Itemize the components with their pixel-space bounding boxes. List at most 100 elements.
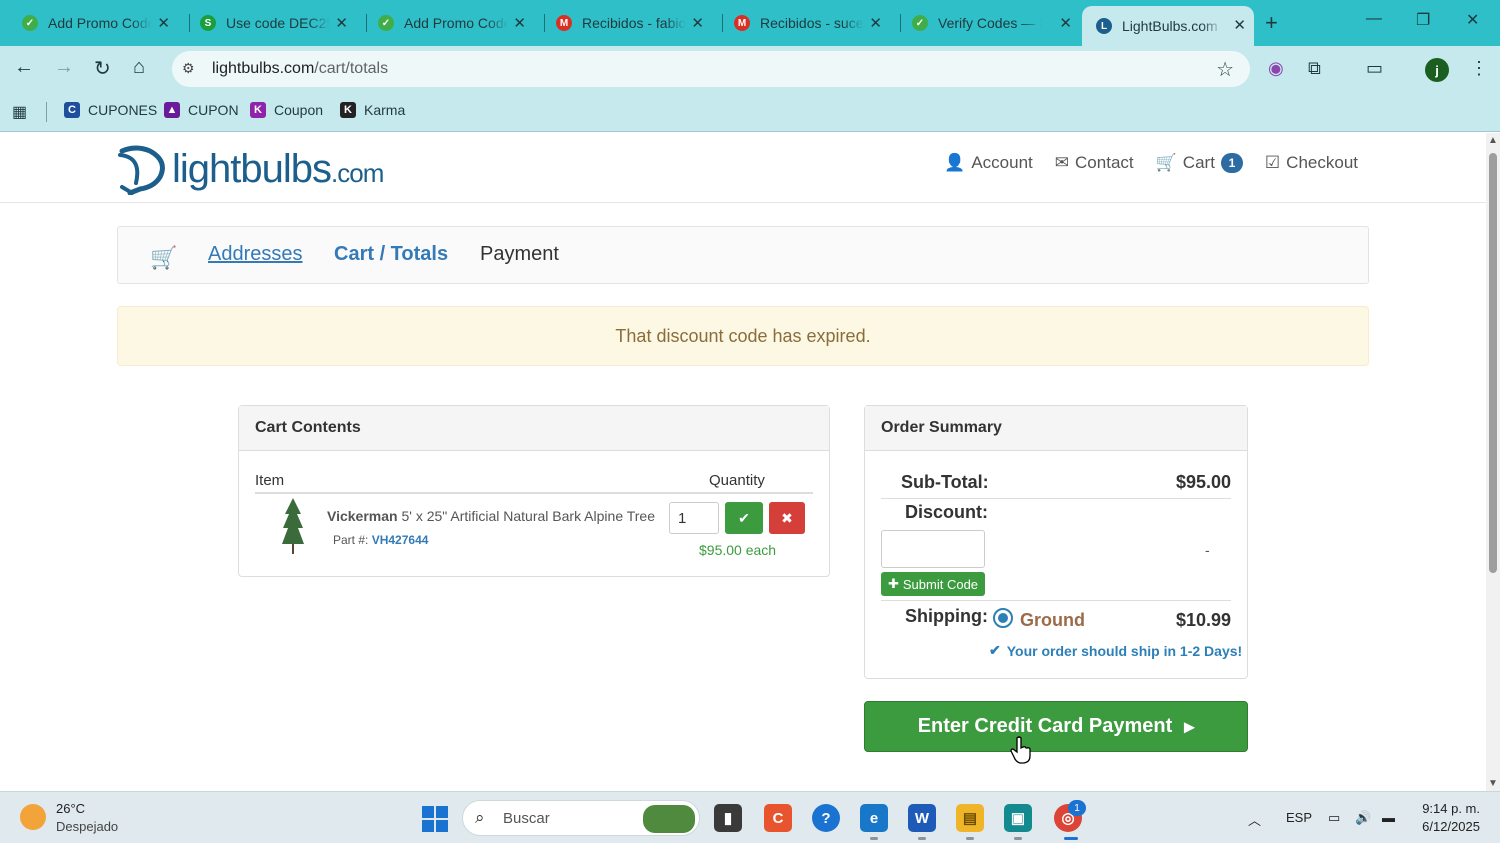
app-orange-icon[interactable]: C <box>764 804 792 832</box>
url-host: lightbulbs.com <box>212 60 315 77</box>
weather-temp[interactable]: 26°C <box>56 801 85 816</box>
forward-icon[interactable]: → <box>54 56 74 79</box>
submit-code-button[interactable]: ✚ Submit Code <box>881 572 985 596</box>
bookmark-star-icon[interactable]: ☆ <box>1216 57 1234 82</box>
restore-icon[interactable]: ❐ <box>1416 10 1430 30</box>
coupon-k-icon: K <box>250 102 266 118</box>
checkout-steps: 🛒 Addresses Cart / Totals Payment <box>117 226 1369 284</box>
shipping-label: Shipping: <box>905 606 988 626</box>
bookmark-karma[interactable]: K Karma <box>340 102 405 118</box>
step-addresses[interactable]: Addresses <box>208 243 303 266</box>
windows-taskbar: 26°C Despejado ⌕ Buscar ▮ C ? e W ▤ ▣ ◎ … <box>0 791 1500 843</box>
word-icon[interactable]: W <box>908 804 936 832</box>
tab-use-code[interactable]: S Use code DEC25 ✕ <box>178 6 356 40</box>
remote-desktop-icon[interactable]: ▣ <box>1004 804 1032 832</box>
running-indicator <box>870 837 878 840</box>
weather-desc[interactable]: Despejado <box>56 819 118 834</box>
tab-add-promo-code-1[interactable]: ✓ Add Promo Code ✕ <box>0 6 178 40</box>
tab-add-promo-code-2[interactable]: ✓ Add Promo Code ✕ <box>356 6 534 40</box>
product-name[interactable]: Vickerman 5' x 25" Artificial Natural Ba… <box>327 508 655 524</box>
shipping-radio-ground[interactable] <box>993 608 1013 628</box>
envelope-icon: ✉ <box>1054 153 1070 172</box>
tab-lightbulbs-active[interactable]: L LightBulbs.com S ✕ <box>1082 6 1254 46</box>
tab-verify-codes[interactable]: ✓ Verify Codes — S ✕ <box>890 6 1080 40</box>
chrome-notification-badge: 1 <box>1068 800 1086 816</box>
tab-gmail-suces[interactable]: M Recibidos - suces ✕ <box>712 6 890 40</box>
system-clock[interactable]: 9:14 p. m. 6/12/2025 <box>1418 801 1480 834</box>
shipping-method[interactable]: Ground <box>1020 610 1085 631</box>
home-icon[interactable]: ⌂ <box>133 56 145 79</box>
bookmark-coupon[interactable]: K Coupon <box>250 102 323 118</box>
window-close-icon[interactable]: ✕ <box>1466 10 1479 30</box>
close-icon[interactable]: ✕ <box>869 14 882 32</box>
language-indicator[interactable]: ESP <box>1286 810 1312 825</box>
scroll-down-icon[interactable]: ▼ <box>1488 778 1498 789</box>
enter-credit-card-payment-button[interactable]: Enter Credit Card Payment ▸ <box>864 701 1248 752</box>
scroll-up-icon[interactable]: ▲ <box>1488 135 1498 146</box>
url-text[interactable]: lightbulbs.com/cart/totals <box>212 60 388 78</box>
check-icon: ✓ <box>378 15 394 31</box>
network-icon[interactable]: ▭ <box>1328 810 1340 826</box>
running-indicator <box>966 837 974 840</box>
apps-grid-icon[interactable]: ▦ <box>12 102 27 122</box>
cast-icon[interactable]: ▭ <box>1366 58 1383 79</box>
unit-price: $95.00 each <box>699 542 777 558</box>
close-icon[interactable]: ✕ <box>157 14 170 32</box>
battery-icon[interactable]: ▬ <box>1382 810 1395 825</box>
account-link[interactable]: 👤 Account <box>944 153 1033 173</box>
close-icon[interactable]: ✕ <box>513 14 526 32</box>
weather-moon-icon[interactable] <box>20 804 46 830</box>
help-icon[interactable]: ? <box>812 804 840 832</box>
product-brand: Vickerman <box>327 508 398 524</box>
bookmark-cupones[interactable]: C CUPONES <box>64 102 157 118</box>
close-icon[interactable]: ✕ <box>691 14 704 32</box>
check-icon: ✔ <box>738 509 750 526</box>
bookmarks-bar: ▦ C CUPONES ▲ CUPON K Coupon K Karma <box>0 92 1500 132</box>
reload-icon[interactable]: ↻ <box>94 56 111 81</box>
product-sku[interactable]: VH427644 <box>372 533 429 547</box>
bookmark-divider <box>46 102 47 122</box>
running-indicator <box>1014 837 1022 840</box>
checkout-link[interactable]: ☑ Checkout <box>1265 153 1358 173</box>
minimize-icon[interactable]: — <box>1366 10 1382 28</box>
bookmark-label: Karma <box>364 102 406 118</box>
profile-avatar[interactable]: j <box>1425 58 1449 82</box>
volume-icon[interactable]: 🔊 <box>1355 810 1371 826</box>
col-quantity: Quantity <box>709 472 765 489</box>
update-quantity-button[interactable]: ✔ <box>725 502 763 534</box>
scrollbar-thumb[interactable] <box>1489 153 1497 573</box>
bookmark-cupon[interactable]: ▲ CUPON <box>164 102 239 118</box>
back-icon[interactable]: ← <box>14 56 34 79</box>
discount-code-input[interactable] <box>881 530 985 568</box>
close-icon[interactable]: ✕ <box>1059 14 1072 32</box>
site-info-icon[interactable]: ⚙ <box>182 60 195 77</box>
product-thumbnail-tree[interactable] <box>281 498 305 554</box>
remove-item-button[interactable]: ✖ <box>769 502 805 534</box>
site-logo[interactable]: lightbulbs.com <box>116 143 384 195</box>
close-icon[interactable]: ✕ <box>1233 16 1246 34</box>
page-scrollbar[interactable]: ▲ ▼ <box>1486 133 1500 791</box>
tray-chevron-up-icon[interactable]: ︿ <box>1248 810 1261 829</box>
extension-copilot-icon[interactable]: ◉ <box>1268 58 1284 79</box>
start-windows-icon[interactable] <box>422 806 448 832</box>
karma-icon: K <box>340 102 356 118</box>
edge-browser-icon[interactable]: e <box>860 804 888 832</box>
taskbar-search[interactable]: ⌕ Buscar <box>462 800 700 836</box>
menu-kebab-icon[interactable]: ⋮ <box>1470 58 1488 79</box>
task-view-icon[interactable]: ▮ <box>714 804 742 832</box>
web-page: lightbulbs.com 👤 Account ✉ Contact 🛒 Cart 1 … <box>0 133 1486 791</box>
address-bar[interactable]: ⚙ lightbulbs.com/cart/totals ☆ <box>172 51 1250 87</box>
contact-link[interactable]: ✉ Contact <box>1055 153 1134 173</box>
discount-label: Discount: <box>905 502 988 522</box>
running-indicator <box>1064 837 1078 840</box>
s-logo-icon: S <box>200 15 216 31</box>
file-explorer-icon[interactable]: ▤ <box>956 804 984 832</box>
quantity-input[interactable] <box>669 502 719 534</box>
cart-link[interactable]: 🛒 Cart 1 <box>1156 153 1243 173</box>
tab-title: Recibidos - suces <box>760 15 864 31</box>
close-icon[interactable]: ✕ <box>335 14 348 32</box>
new-tab-icon[interactable]: + <box>1265 10 1278 36</box>
bookmark-label: Coupon <box>274 102 324 118</box>
tab-gmail-fabio[interactable]: M Recibidos - fabio ✕ <box>534 6 712 40</box>
extensions-puzzle-icon[interactable]: ⧉ <box>1308 58 1321 79</box>
